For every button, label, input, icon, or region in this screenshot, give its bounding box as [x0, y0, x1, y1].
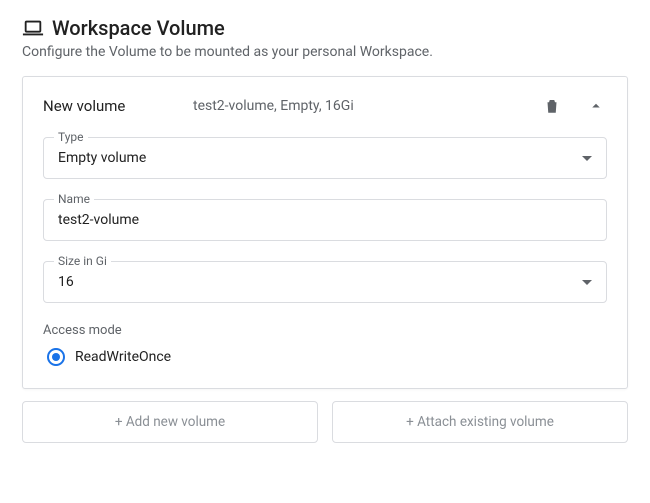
type-select[interactable]: Type Empty volume — [43, 137, 607, 179]
delete-icon[interactable] — [541, 95, 563, 117]
volume-label: New volume — [43, 97, 193, 115]
type-value: Empty volume — [58, 150, 582, 166]
name-input[interactable] — [58, 212, 592, 228]
access-mode-option[interactable]: ReadWriteOnce — [43, 348, 607, 366]
volume-summary: test2-volume, Empty, 16Gi — [193, 98, 541, 114]
header: Workspace Volume — [22, 16, 628, 40]
attach-existing-volume-button[interactable]: + Attach existing volume — [332, 401, 628, 443]
type-label: Type — [54, 130, 88, 144]
chevron-down-icon — [582, 280, 592, 285]
radio-icon — [47, 348, 65, 366]
button-row: + Add new volume + Attach existing volum… — [22, 401, 628, 443]
workspace-volume-page: Workspace Volume Configure the Volume to… — [0, 0, 650, 459]
volume-card-header: New volume test2-volume, Empty, 16Gi — [43, 95, 607, 117]
laptop-icon — [22, 19, 44, 37]
size-select[interactable]: Size in Gi 16 — [43, 261, 607, 303]
name-field-wrap: Name — [43, 199, 607, 241]
page-title: Workspace Volume — [52, 16, 225, 40]
access-mode-option-label: ReadWriteOnce — [75, 349, 171, 365]
page-subtitle: Configure the Volume to be mounted as yo… — [22, 44, 628, 60]
volume-card: New volume test2-volume, Empty, 16Gi — [22, 76, 628, 389]
name-label: Name — [54, 192, 94, 206]
chevron-down-icon — [582, 156, 592, 161]
add-new-volume-button[interactable]: + Add new volume — [22, 401, 318, 443]
access-mode-label: Access mode — [43, 323, 607, 338]
size-label: Size in Gi — [54, 254, 111, 268]
collapse-icon[interactable] — [585, 95, 607, 117]
size-value: 16 — [58, 274, 582, 290]
